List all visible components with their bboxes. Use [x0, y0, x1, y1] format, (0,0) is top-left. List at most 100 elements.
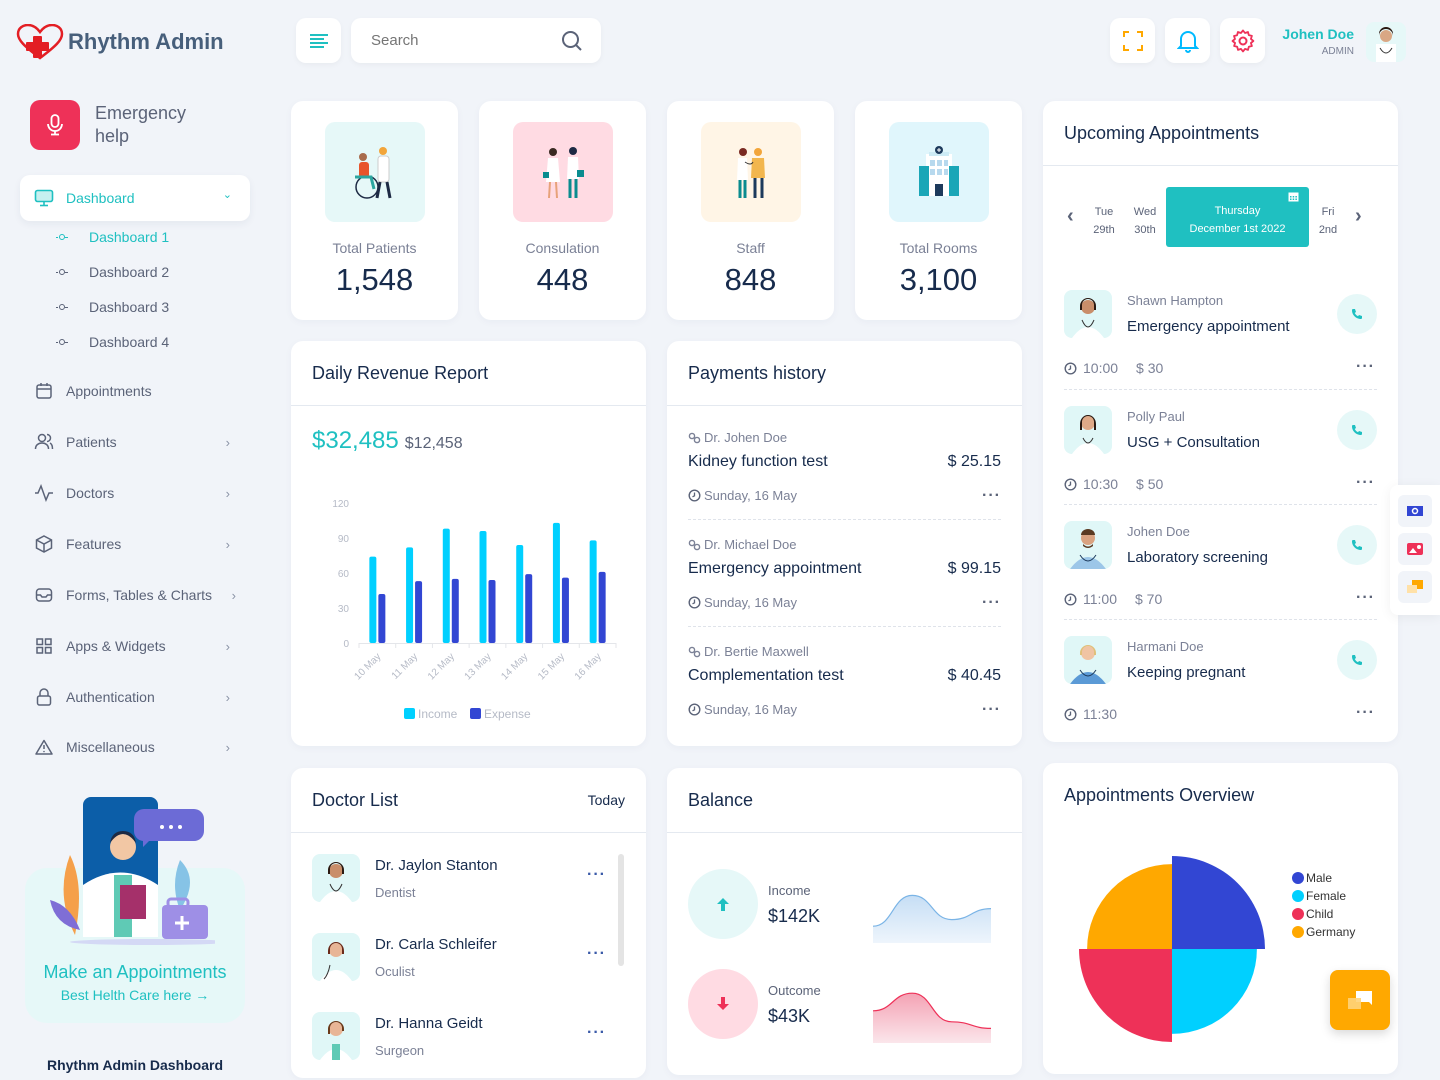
call-button[interactable] — [1337, 410, 1377, 450]
sidebar-subitem-dashboard-4[interactable]: Dashboard 4 — [56, 334, 169, 350]
more-options-icon[interactable]: ··· — [982, 487, 1001, 503]
payment-item[interactable]: Dr. Johen Doe Kidney function test $ 25.1… — [688, 430, 1001, 503]
chevron-right-icon[interactable]: › — [1355, 205, 1362, 228]
chevron-right-icon: › — [225, 739, 230, 755]
settings-button[interactable] — [1220, 18, 1265, 63]
user-menu[interactable]: Johen Doe ADMIN — [1270, 22, 1410, 64]
card-title: Doctor List — [312, 789, 399, 810]
more-options-icon[interactable]: ··· — [1356, 359, 1375, 375]
more-options-icon[interactable]: ··· — [587, 946, 606, 962]
payment-item[interactable]: Dr. Michael Doe Emergency appointment $ 9… — [688, 537, 1001, 610]
patient-avatar — [1064, 636, 1112, 684]
footer-title: Rhythm Admin Dashboard — [46, 1057, 224, 1073]
fullscreen-button[interactable] — [1110, 18, 1155, 63]
doctor-name: Dr. Hanna Geidt — [375, 1015, 483, 1032]
sidebar-item-doctors[interactable]: Doctors › — [34, 483, 234, 503]
sidebar-item-miscellaneous[interactable]: Miscellaneous › — [34, 737, 234, 757]
call-button[interactable] — [1337, 525, 1377, 565]
payment-item[interactable]: Dr. Bertie Maxwell Complementation test $… — [688, 644, 1001, 717]
patient-name: Harmani Doe — [1127, 639, 1204, 654]
sidebar-item-patients[interactable]: Patients › — [34, 432, 234, 452]
legend-label: Female — [1306, 889, 1346, 903]
emergency-button[interactable] — [30, 100, 80, 150]
doctor-item[interactable]: Dr. Carla Schleifer Oculist ··· — [312, 933, 622, 985]
sidebar-subitem-dashboard-3[interactable]: Dashboard 3 — [56, 299, 169, 315]
sidebar-item-label: Features — [66, 536, 122, 552]
promo-link[interactable]: Best Helth Care here → — [25, 987, 245, 1003]
phone-icon — [1352, 540, 1362, 550]
chevron-left-icon[interactable]: ‹ — [1067, 205, 1074, 228]
income-value: $142K — [768, 906, 821, 926]
stat-card-consultation[interactable]: Consulation 448 — [479, 101, 646, 320]
media-tool-button[interactable] — [1398, 495, 1432, 527]
link-icon — [688, 539, 701, 550]
date-option[interactable]: Wed 30th — [1130, 203, 1160, 239]
more-options-icon[interactable]: ··· — [1356, 705, 1375, 721]
appointment-reason: Keeping pregnant — [1127, 664, 1246, 681]
more-options-icon[interactable]: ··· — [982, 594, 1001, 610]
sparkline-area — [873, 993, 991, 1043]
heart-cross-logo-icon — [16, 24, 64, 60]
sidebar-item-dashboard[interactable]: Dashboard ⌄ — [20, 175, 250, 221]
call-button[interactable] — [1337, 640, 1377, 680]
chat-tool-button[interactable] — [1398, 571, 1432, 603]
selected-date[interactable]: Thursday December 1st 2022 — [1166, 187, 1309, 247]
search-icon[interactable] — [561, 30, 583, 52]
sidebar-item-forms-tables-charts[interactable]: Forms, Tables & Charts › — [34, 585, 236, 605]
chat-fab-button[interactable] — [1330, 970, 1390, 1030]
day-date: 29th — [1093, 224, 1115, 236]
bar-income — [442, 528, 450, 643]
y-tick-label: 120 — [332, 499, 349, 510]
more-options-icon[interactable]: ··· — [982, 701, 1001, 717]
lock-icon — [36, 688, 52, 706]
doctor-item[interactable]: Dr. Jaylon Stanton Dentist ··· — [312, 854, 622, 906]
sidebar-item-appointments[interactable]: Appointments — [34, 381, 234, 401]
hospital-building-illustration — [888, 122, 989, 222]
patient-avatar — [1064, 521, 1112, 569]
notifications-button[interactable] — [1165, 18, 1210, 63]
more-options-icon[interactable]: ··· — [1356, 590, 1375, 606]
more-options-icon[interactable]: ··· — [1356, 475, 1375, 491]
sidebar-subitem-dashboard-1[interactable]: Dashboard 1 — [56, 229, 169, 245]
doctor-avatar — [312, 1012, 360, 1060]
outcome-label: Outcome — [768, 983, 821, 998]
gallery-tool-button[interactable] — [1398, 533, 1432, 565]
card-title: Daily Revenue Report — [312, 362, 489, 383]
sidebar-item-label: Forms, Tables & Charts — [66, 587, 213, 603]
date-option[interactable]: Fri 2nd — [1315, 203, 1341, 239]
menu-toggle-button[interactable] — [296, 18, 341, 63]
more-options-icon[interactable]: ··· — [587, 867, 606, 883]
date-option[interactable]: Tue 29th — [1091, 203, 1117, 239]
sidebar-subitem-dashboard-2[interactable]: Dashboard 2 — [56, 264, 169, 280]
chevron-right-icon: › — [231, 587, 236, 603]
sidebar-item-label: Miscellaneous — [66, 739, 155, 755]
stat-card-total-rooms[interactable]: Total Rooms 3,100 — [855, 101, 1022, 320]
scrollbar[interactable] — [618, 854, 624, 966]
income-sparkline — [873, 894, 991, 943]
doctor-filter-dropdown[interactable]: Today — [588, 792, 625, 808]
emergency-help[interactable]: Emergency help — [30, 100, 186, 150]
doctor-specialty: Dentist — [375, 885, 416, 900]
payment-date: Sunday, 16 May — [704, 702, 797, 717]
search-input[interactable] — [371, 32, 541, 49]
stat-value: 3,100 — [899, 262, 978, 297]
stat-card-total-patients[interactable]: Total Patients 1,548 — [291, 101, 458, 320]
x-tick-label: 10 May — [353, 651, 384, 682]
more-options-icon[interactable]: ··· — [587, 1025, 606, 1041]
bullet-icon — [56, 234, 68, 240]
sidebar-item-apps-widgets[interactable]: Apps & Widgets › — [34, 636, 234, 656]
sidebar-item-features[interactable]: Features › — [34, 534, 234, 554]
consultation-illustration — [512, 122, 613, 222]
doctor-item[interactable]: Dr. Hanna Geidt Surgeon ··· — [312, 1012, 622, 1064]
brand-logo[interactable]: Rhythm Admin — [16, 24, 224, 60]
stat-card-staff[interactable]: Staff 848 — [667, 101, 834, 320]
day-name: Tue — [1094, 206, 1114, 218]
sparkline-area — [873, 895, 991, 943]
call-button[interactable] — [1337, 294, 1377, 334]
outcome-icon-circle — [688, 969, 758, 1039]
payment-test: Kidney function test — [688, 453, 828, 470]
search-box[interactable] — [351, 18, 601, 63]
sidebar-item-authentication[interactable]: Authentication › — [34, 687, 234, 707]
sidebar-item-label: Doctors — [66, 485, 115, 501]
card-title: Appointments Overview — [1064, 785, 1255, 805]
